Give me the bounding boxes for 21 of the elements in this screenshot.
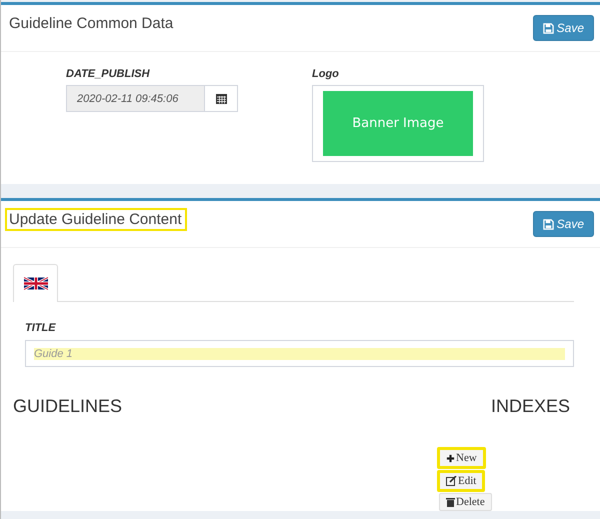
uk-flag-icon [24,275,48,292]
new-button[interactable]: New [437,447,486,469]
plus-icon [446,454,455,462]
panel-title: Guideline Common Data [8,14,174,34]
field-label: TITLE [25,322,57,334]
trash-icon [446,497,455,507]
banner-text: Banner Image [352,116,444,131]
delete-button[interactable]: Delete [439,493,492,511]
save-button[interactable]: Save [532,15,594,41]
save-icon [542,218,554,230]
save-button[interactable]: Save [532,211,594,237]
save-icon [542,22,554,34]
section-heading: GUIDELINES [13,396,122,417]
panel-title: Update Guideline Content [5,208,187,231]
language-tab[interactable] [13,264,58,302]
field-label: Logo [312,68,340,80]
edit-icon [446,476,457,486]
title-field[interactable]: Guide 1 [25,340,574,367]
field-label: DATE_PUBLISH [66,68,151,80]
section-heading: INDEXES [490,396,570,417]
edit-button[interactable]: Edit [437,470,486,492]
